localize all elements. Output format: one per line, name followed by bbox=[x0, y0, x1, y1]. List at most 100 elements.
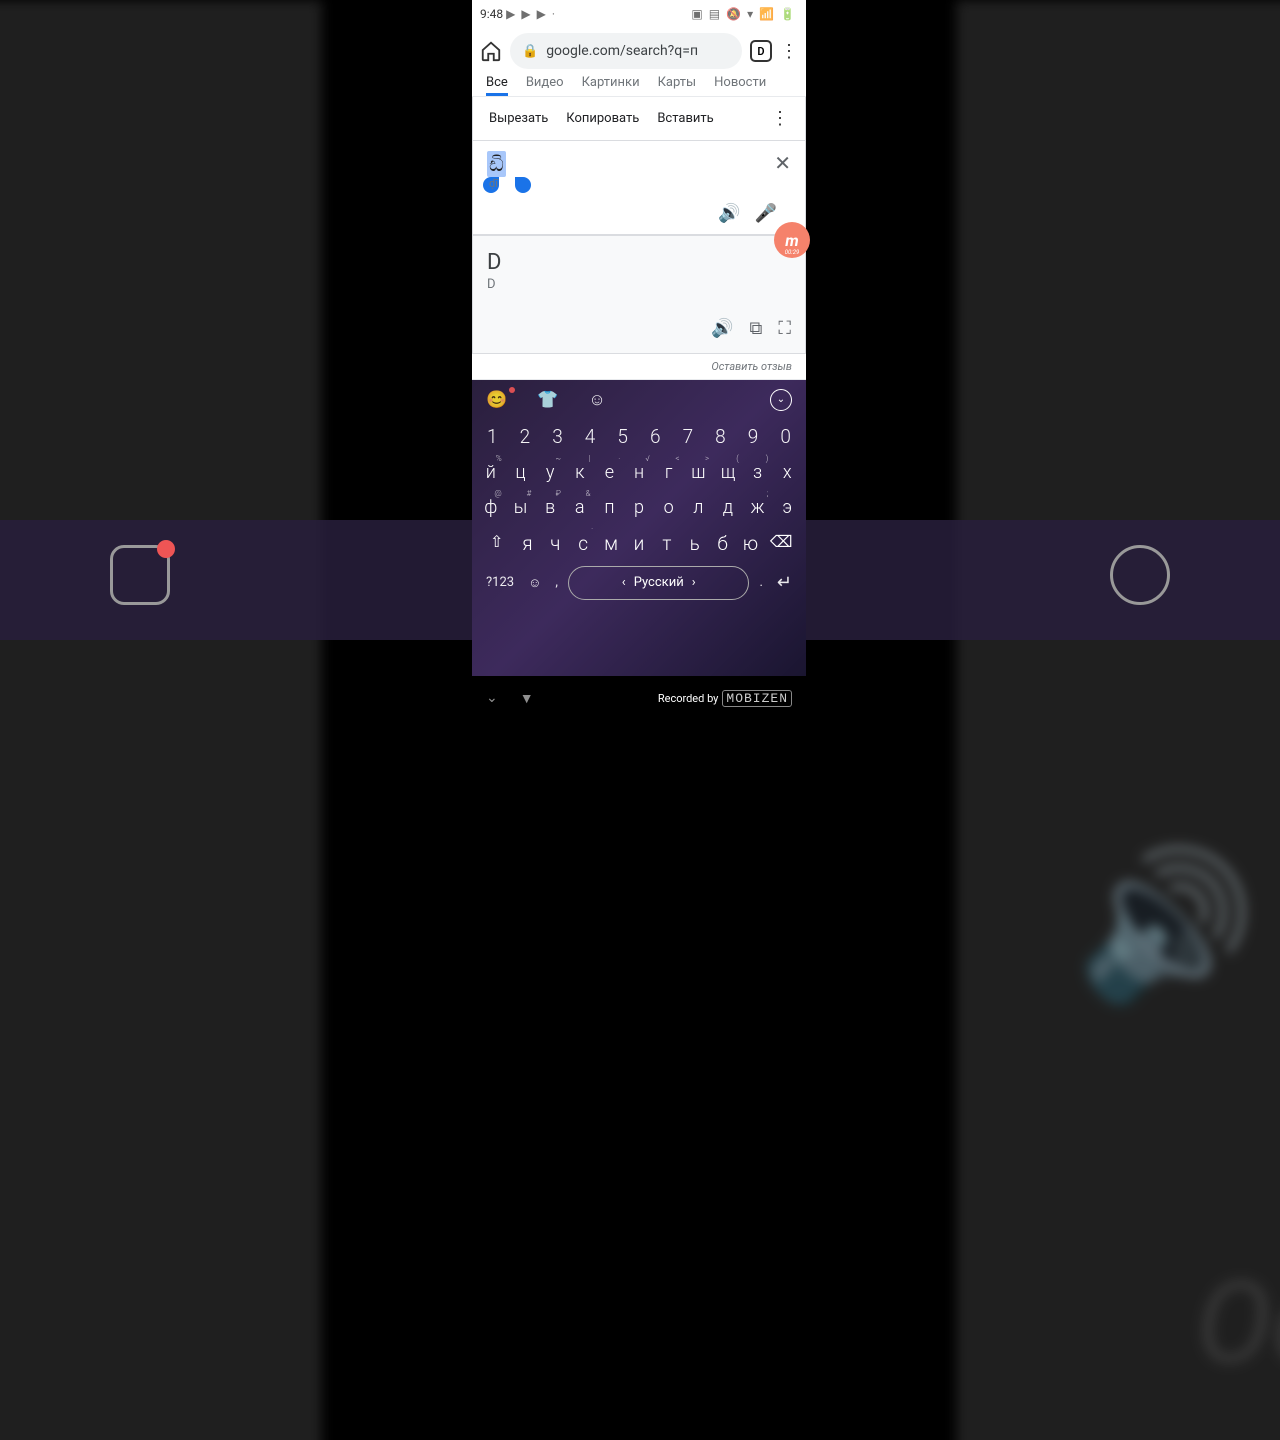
key-п[interactable]: п bbox=[595, 492, 625, 523]
recorded-by-label: Recorded by bbox=[658, 692, 719, 705]
selected-input-text[interactable]: ඩි bbox=[487, 151, 506, 177]
key-ю[interactable]: ю bbox=[737, 527, 765, 560]
key-с[interactable]: с· bbox=[569, 527, 597, 560]
menu-icon[interactable]: ⋮ bbox=[780, 41, 798, 62]
tab-images[interactable]: Картинки bbox=[582, 75, 640, 96]
silent-icon: 🔕 bbox=[726, 7, 741, 21]
key-ч[interactable]: ч bbox=[541, 527, 569, 560]
key-у[interactable]: у~ bbox=[535, 457, 565, 488]
symbols-key[interactable]: ?123 bbox=[482, 569, 518, 596]
transliteration-text: ḍī bbox=[489, 177, 498, 190]
key-6[interactable]: 6 bbox=[639, 420, 672, 453]
key-д[interactable]: д bbox=[713, 492, 743, 523]
sticker-icon[interactable]: 😊 bbox=[486, 390, 507, 410]
key-ж[interactable]: ж; bbox=[743, 492, 773, 523]
emoji-icon[interactable]: ☺ bbox=[588, 390, 605, 410]
copy-button[interactable]: Копировать bbox=[566, 111, 639, 126]
key-щ[interactable]: щ( bbox=[713, 457, 743, 488]
context-more-icon[interactable]: ⋮ bbox=[771, 108, 789, 129]
status-bar: 9:48 ▶ ▶ ▶ · ▣ ▤ 🔕 ▾ 📶 🔋 bbox=[472, 0, 806, 28]
emoji-key[interactable]: ☺ bbox=[524, 569, 545, 597]
comma-key[interactable]: , bbox=[551, 569, 562, 596]
paste-button[interactable]: Вставить bbox=[657, 111, 713, 126]
copy-icon[interactable]: ⧉ bbox=[750, 318, 763, 339]
battery-icon: 🔋 bbox=[780, 7, 795, 21]
speaker-icon[interactable]: 🔊 bbox=[718, 203, 740, 224]
key-7[interactable]: 7 bbox=[672, 420, 705, 453]
key-2[interactable]: 2 bbox=[509, 420, 542, 453]
key-ь[interactable]: ь bbox=[681, 527, 709, 560]
url-bar[interactable]: 🔒 google.com/search?q=п bbox=[510, 33, 742, 69]
key-ц[interactable]: ц bbox=[506, 457, 536, 488]
key-1[interactable]: 1 bbox=[476, 420, 509, 453]
enter-key[interactable]: ↵ bbox=[773, 566, 796, 599]
speaker-icon[interactable]: 🔊 bbox=[711, 318, 733, 339]
key-я[interactable]: я bbox=[513, 527, 541, 560]
key-8[interactable]: 8 bbox=[704, 420, 737, 453]
chevron-down-icon[interactable]: ⌄ bbox=[770, 389, 792, 411]
tabs-button[interactable]: D bbox=[750, 40, 772, 62]
key-й[interactable]: й% bbox=[476, 457, 506, 488]
shift-key[interactable]: ⇧ bbox=[480, 527, 513, 560]
mobizen-floating-badge[interactable]: m00:29 bbox=[774, 222, 810, 258]
phone-screen: 9:48 ▶ ▶ ▶ · ▣ ▤ 🔕 ▾ 📶 🔋 🔒 google.com/se… bbox=[472, 0, 806, 720]
wifi-icon: ▾ bbox=[747, 7, 753, 21]
key-н[interactable]: н√ bbox=[624, 457, 654, 488]
key-о[interactable]: о bbox=[654, 492, 684, 523]
key-а[interactable]: а& bbox=[565, 492, 595, 523]
period-key[interactable]: . bbox=[755, 569, 766, 596]
key-и[interactable]: и bbox=[625, 527, 653, 560]
text-context-menu: Вырезать Копировать Вставить ⋮ bbox=[472, 97, 806, 141]
tshirt-icon[interactable]: 👕 bbox=[537, 390, 558, 410]
backspace-key[interactable]: ⌫ bbox=[764, 527, 797, 560]
key-5[interactable]: 5 bbox=[606, 420, 639, 453]
browser-toolbar: 🔒 google.com/search?q=п D ⋮ bbox=[472, 28, 806, 76]
search-tabs: Все Видео Картинки Карты Новости bbox=[472, 75, 806, 97]
feedback-link[interactable]: Оставить отзыв bbox=[472, 354, 806, 380]
youtube-icon: ▶ bbox=[521, 7, 530, 21]
language-key[interactable]: ‹ Русский › bbox=[568, 566, 750, 600]
keyboard: 😊 👕 ☺ ⌄ 1234567890 й%цу~к|е·н√г<ш>щ(з)х … bbox=[472, 380, 806, 677]
key-г[interactable]: г< bbox=[654, 457, 684, 488]
key-з[interactable]: з) bbox=[743, 457, 773, 488]
translate-input-area[interactable]: ඩි ḍī ✕ 🔊 🎤 bbox=[472, 141, 806, 235]
home-icon[interactable] bbox=[480, 40, 502, 62]
fullscreen-icon[interactable]: ⛶ bbox=[778, 318, 791, 339]
key-б[interactable]: б bbox=[709, 527, 737, 560]
key-р[interactable]: р bbox=[624, 492, 654, 523]
key-ф[interactable]: ф@ bbox=[476, 492, 506, 523]
bg-feedback-text: Оставить отзыв bbox=[1196, 1260, 1280, 1392]
android-nav-bar: ⌄ ▼ Recorded by MOBIZEN bbox=[472, 676, 806, 720]
key-е[interactable]: е· bbox=[595, 457, 625, 488]
key-м[interactable]: м bbox=[597, 527, 625, 560]
tab-maps[interactable]: Карты bbox=[658, 75, 697, 96]
lock-icon: 🔒 bbox=[522, 44, 538, 59]
screenshot-icon: ▣ bbox=[691, 7, 702, 21]
tab-video[interactable]: Видео bbox=[526, 75, 564, 96]
key-ы[interactable]: ы# bbox=[506, 492, 536, 523]
cut-button[interactable]: Вырезать bbox=[489, 111, 548, 126]
key-ш[interactable]: ш> bbox=[683, 457, 713, 488]
nav-back-icon[interactable]: ▼ bbox=[520, 690, 534, 707]
key-3[interactable]: 3 bbox=[541, 420, 574, 453]
selection-handle-right[interactable] bbox=[515, 177, 531, 193]
key-9[interactable]: 9 bbox=[737, 420, 770, 453]
key-т[interactable]: т bbox=[653, 527, 681, 560]
key-в[interactable]: в₽ bbox=[535, 492, 565, 523]
mic-icon[interactable]: 🎤 bbox=[755, 203, 777, 224]
youtube-icon: ▶ bbox=[506, 7, 515, 21]
key-х[interactable]: х bbox=[772, 457, 802, 488]
key-к[interactable]: к| bbox=[565, 457, 595, 488]
tab-news[interactable]: Новости bbox=[714, 75, 766, 96]
tab-all[interactable]: Все bbox=[486, 75, 508, 96]
keyboard-row-1: й%цу~к|е·н√г<ш>щ(з)х bbox=[472, 455, 806, 490]
key-л[interactable]: л bbox=[683, 492, 713, 523]
speaker-icon: 🔊 bbox=[1076, 840, 1255, 1011]
dot-icon: · bbox=[552, 7, 555, 21]
key-э[interactable]: э bbox=[772, 492, 802, 523]
clear-icon[interactable]: ✕ bbox=[774, 151, 791, 175]
key-4[interactable]: 4 bbox=[574, 420, 607, 453]
nav-chevron-icon[interactable]: ⌄ bbox=[486, 690, 498, 706]
output-sub: D bbox=[487, 277, 791, 292]
key-0[interactable]: 0 bbox=[769, 420, 802, 453]
